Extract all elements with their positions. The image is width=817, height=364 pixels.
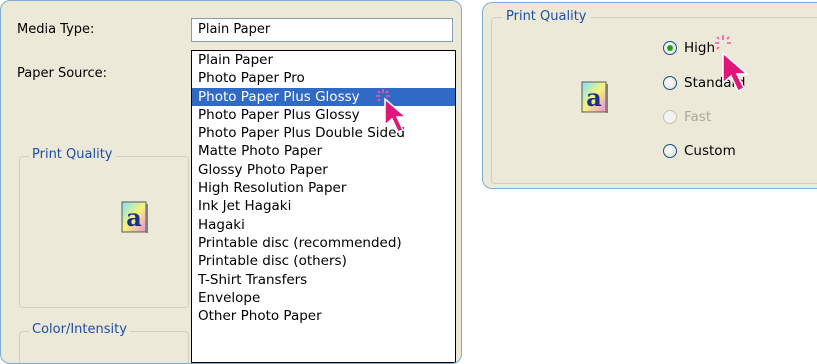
sample-a-icon: a — [581, 81, 608, 113]
sample-a-icon: a — [121, 201, 148, 233]
radio-fast — [663, 110, 677, 124]
click-burst-icon — [715, 35, 749, 93]
list-item[interactable]: Glossy Photo Paper — [192, 161, 455, 179]
media-type-label: Media Type: — [17, 22, 95, 37]
radio-standard[interactable] — [663, 76, 677, 90]
radio-high[interactable] — [663, 41, 677, 55]
list-item[interactable]: High Resolution Paper — [192, 179, 455, 197]
list-item[interactable]: T-Shirt Transfers — [192, 271, 455, 289]
paper-source-label: Paper Source: — [17, 66, 107, 81]
quality-custom-label: Custom — [684, 143, 736, 159]
list-item[interactable]: Hagaki — [192, 216, 455, 234]
list-item[interactable]: Printable disc (recommended) — [192, 234, 455, 252]
media-type-combobox[interactable]: Plain Paper — [191, 18, 453, 42]
list-item[interactable]: Photo Paper Pro — [192, 69, 455, 87]
quality-fast-label: Fast — [684, 109, 712, 125]
print-quality-group-title: Print Quality — [29, 147, 116, 162]
pointer-cursor-icon — [384, 97, 409, 133]
list-item[interactable]: Other Photo Paper — [192, 307, 455, 325]
list-item[interactable]: Envelope — [192, 289, 455, 307]
print-quality-title-right: Print Quality — [503, 9, 590, 24]
svg-text:a: a — [586, 83, 602, 112]
svg-text:a: a — [126, 203, 142, 232]
media-type-value: Plain Paper — [198, 22, 271, 37]
pointer-cursor-icon — [722, 51, 749, 93]
print-quality-panel: Print Quality a High Standard Fast Custo… — [482, 2, 817, 189]
click-burst-icon — [376, 89, 409, 133]
print-quality-group-right — [491, 17, 817, 184]
print-settings-panel: Media Type: Paper Source: Plain Paper Pr… — [0, 0, 462, 364]
list-item[interactable]: Ink Jet Hagaki — [192, 197, 455, 215]
color-intensity-group-title: Color/Intensity — [29, 322, 130, 337]
print-quality-group — [19, 156, 189, 308]
list-item[interactable]: Plain Paper — [192, 51, 455, 69]
list-item[interactable]: Printable disc (others) — [192, 252, 455, 270]
list-item[interactable]: Matte Photo Paper — [192, 142, 455, 160]
radio-custom[interactable] — [663, 144, 677, 158]
